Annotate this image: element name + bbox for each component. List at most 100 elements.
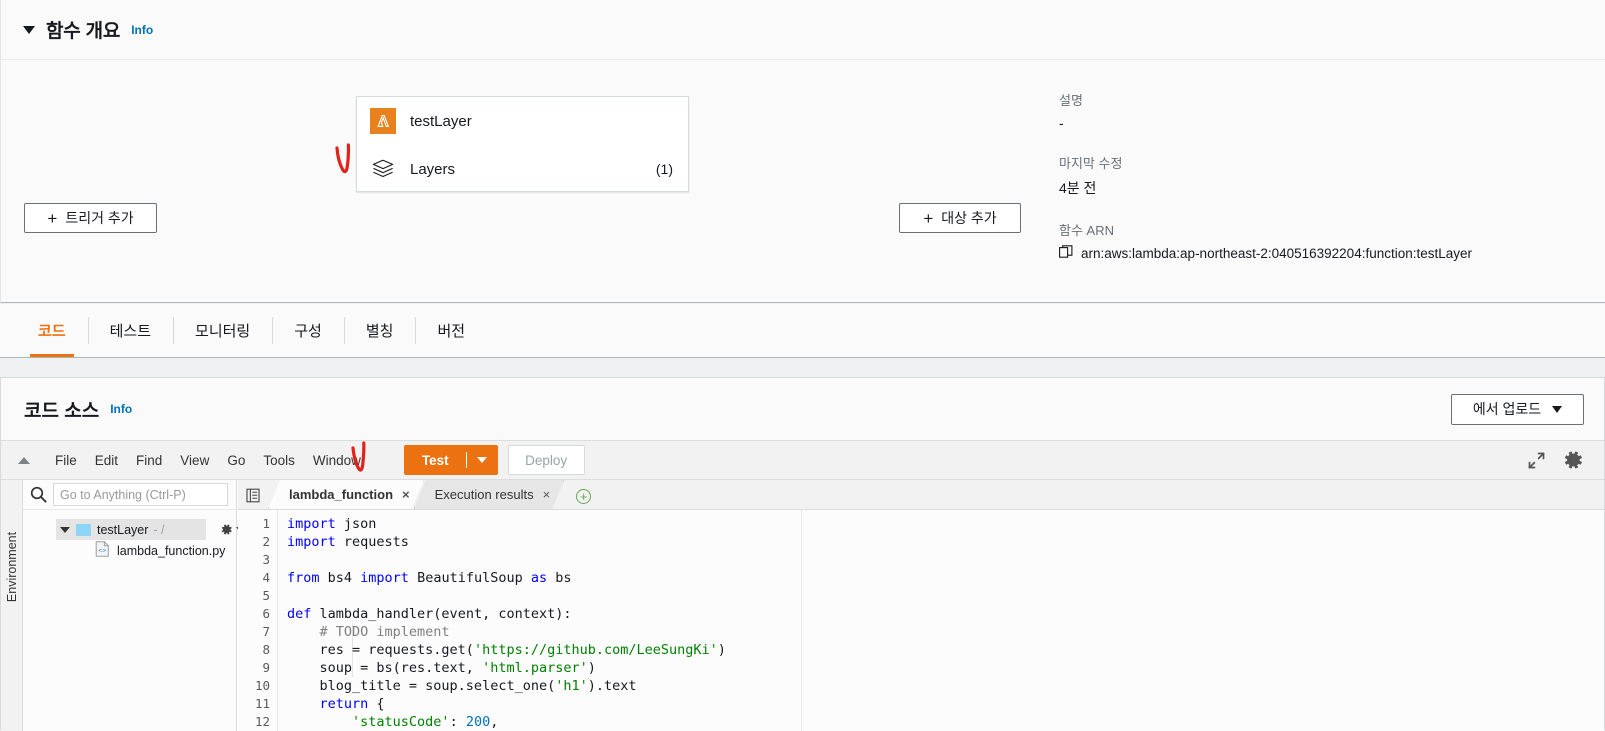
- code-line: # TODO implement: [319, 624, 450, 640]
- tree-file-lambda-function[interactable]: <> lambda_function.py: [95, 540, 236, 561]
- menu-view[interactable]: View: [171, 448, 218, 473]
- code-editor: lambda_function × Execution results × + …: [238, 480, 1604, 731]
- menu-tools[interactable]: Tools: [254, 448, 304, 473]
- code-file-icon: <>: [95, 541, 110, 560]
- layers-stack-icon: [370, 156, 396, 182]
- code-content[interactable]: import json import requests from bs4 impo…: [287, 515, 1604, 731]
- layers-count: (1): [655, 161, 673, 177]
- tab-label: 버전: [437, 323, 466, 340]
- menu-file[interactable]: File: [46, 448, 86, 473]
- function-layer-card[interactable]: testLayer Layers (1): [356, 96, 689, 192]
- line-number: 9: [262, 660, 270, 675]
- code-source-info-link[interactable]: Info: [110, 402, 132, 416]
- line-number: 10: [254, 678, 270, 693]
- tab-label: 모니터링: [195, 323, 251, 340]
- file-tree: testLayer - / <> lambda_function.py: [23, 510, 244, 561]
- code-line: blog_title = soup.select_one('h1').text: [287, 678, 637, 694]
- line-number: 3: [262, 552, 270, 567]
- copy-icon[interactable]: [1059, 245, 1073, 262]
- line-number: 5: [262, 588, 270, 603]
- function-arn-row: arn:aws:lambda:ap-northeast-2:0405163922…: [1059, 245, 1579, 262]
- tab-label: 구성: [294, 323, 322, 340]
- tab-versions[interactable]: 버전: [415, 304, 487, 357]
- line-number-gutter: 1 2 3 4 5 6 7 8 9 10 11 12 13 14: [238, 510, 278, 731]
- menu-find[interactable]: Find: [127, 448, 171, 473]
- add-destination-label: 대상 추가: [941, 210, 997, 226]
- lambda-icon: [370, 108, 396, 134]
- line-number: 6: [262, 606, 270, 621]
- line-number: 4: [262, 570, 270, 585]
- close-icon[interactable]: ×: [543, 487, 551, 502]
- close-icon[interactable]: ×: [402, 487, 410, 502]
- last-modified-label: 마지막 수정: [1059, 156, 1123, 171]
- code-source-panel: 코드 소스 Info 에서 업로드 File Edit Find View Go…: [0, 377, 1605, 731]
- code-source-header: 코드 소스 Info 에서 업로드: [1, 378, 1604, 440]
- search-input[interactable]: [53, 483, 228, 506]
- code-line: import json: [287, 516, 377, 532]
- line-number: 7: [262, 624, 270, 639]
- code-source-title: 코드 소스: [24, 400, 100, 422]
- annotation-spacer: [374, 445, 396, 475]
- editor-menubar-actions: [1527, 449, 1604, 471]
- environment-rail[interactable]: Environment: [1, 480, 23, 731]
- code-line: return {: [319, 696, 385, 712]
- layers-label: Layers: [410, 160, 456, 178]
- line-number: 1: [262, 516, 270, 531]
- tree-folder-testlayer[interactable]: testLayer - /: [56, 519, 244, 540]
- menu-window[interactable]: Window: [304, 448, 370, 473]
- test-button-label: Test: [421, 452, 449, 468]
- function-meta-column: 설명 - 마지막 수정 4분 전 함수 ARN arn:aws:lambda:a…: [1059, 90, 1579, 262]
- tab-test[interactable]: 테스트: [87, 304, 173, 357]
- plus-icon: +: [923, 208, 934, 228]
- tab-configuration[interactable]: 구성: [272, 304, 344, 357]
- editor-tabbar: lambda_function × Execution results × +: [238, 480, 1604, 510]
- layers-card-row[interactable]: Layers (1): [357, 145, 690, 193]
- code-line: from bs4 import BeautifulSoup as bs: [287, 570, 572, 586]
- function-arn-value: arn:aws:lambda:ap-northeast-2:0405163922…: [1081, 246, 1473, 261]
- upload-from-button[interactable]: 에서 업로드: [1451, 393, 1584, 425]
- code-line: import requests: [287, 534, 409, 550]
- menu-go[interactable]: Go: [218, 448, 254, 473]
- add-destination-button[interactable]: + 대상 추가: [899, 203, 1021, 233]
- line-number: 8: [262, 642, 270, 657]
- tree-file-label: lambda_function.py: [117, 543, 226, 558]
- fullscreen-icon[interactable]: [1527, 451, 1546, 470]
- tab-code[interactable]: 코드: [16, 304, 88, 357]
- tab-list-icon[interactable]: [238, 488, 268, 509]
- function-tabbar: 코드 테스트 모니터링 구성 별칭 버전: [0, 304, 1605, 358]
- new-tab-plus-icon[interactable]: +: [576, 489, 592, 504]
- upload-from-label: 에서 업로드: [1472, 401, 1542, 417]
- tab-label: 별칭: [365, 323, 394, 340]
- tab-aliases[interactable]: 별칭: [343, 304, 416, 357]
- tab-label: 코드: [38, 323, 66, 340]
- line-number: 12: [254, 714, 270, 729]
- editor-menubar: File Edit Find View Go Tools Window Test…: [1, 440, 1604, 480]
- test-dropdown-arrow[interactable]: [467, 446, 497, 474]
- test-button[interactable]: Test: [403, 445, 498, 475]
- editor-tab-label: Execution results: [434, 487, 534, 502]
- tab-monitoring[interactable]: 모니터링: [173, 304, 272, 357]
- code-line: 'statusCode': 200,: [352, 714, 499, 730]
- last-modified-value: 4분 전: [1059, 180, 1097, 196]
- function-card-row: testLayer: [357, 97, 690, 145]
- editor-tab-execution-results[interactable]: Execution results ×: [414, 480, 565, 509]
- function-arn-label: 함수 ARN: [1059, 223, 1114, 238]
- add-trigger-button[interactable]: + 트리거 추가: [24, 203, 157, 233]
- editor-tab-lambda-function[interactable]: lambda_function ×: [268, 480, 424, 509]
- chevron-down-icon[interactable]: [23, 25, 35, 34]
- menu-edit[interactable]: Edit: [86, 448, 127, 473]
- file-explorer-sidebar: testLayer - /: [23, 480, 244, 731]
- overview-info-link[interactable]: Info: [131, 23, 153, 37]
- collapse-panel-icon[interactable]: [18, 456, 30, 464]
- tree-folder-label: testLayer: [97, 522, 149, 537]
- folder-icon: [76, 523, 91, 536]
- description-label: 설명: [1059, 93, 1083, 108]
- code-text-area[interactable]: 1 2 3 4 5 6 7 8 9 10 11 12 13 14 im: [238, 510, 1604, 731]
- deploy-button[interactable]: Deploy: [507, 445, 585, 475]
- gear-icon[interactable]: [1562, 449, 1584, 471]
- svg-text:<>: <>: [98, 548, 106, 555]
- search-icon[interactable]: [23, 486, 53, 503]
- chevron-down-icon[interactable]: [60, 526, 70, 533]
